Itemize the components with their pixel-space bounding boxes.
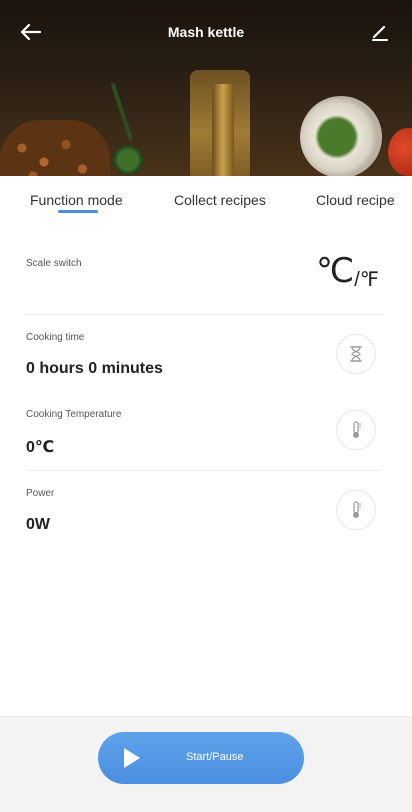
start-pause-button[interactable]: Start/Pause (98, 732, 304, 784)
tab-bar: Function mode Collect recipes Cloud reci… (0, 176, 412, 220)
cooking-time-label: Cooking time (26, 332, 85, 343)
fahrenheit-unit: /℉ (354, 269, 379, 291)
banner-tomato-image (388, 128, 412, 176)
cooking-temperature-value: 0℃ (26, 439, 55, 456)
celsius-unit: ℃ (316, 252, 355, 290)
start-pause-label: Start/Pause (186, 751, 244, 763)
tab-cloud-recipe[interactable]: Cloud recipe (316, 192, 395, 208)
tab-function-mode[interactable]: Function mode (30, 192, 123, 208)
banner-herb-image (110, 82, 134, 142)
power-value: 0W (26, 516, 50, 533)
hourglass-icon (350, 346, 362, 362)
power-button[interactable] (336, 490, 376, 530)
cooking-temperature-button[interactable] (336, 410, 376, 450)
play-icon (124, 748, 140, 768)
banner-beans-image (0, 120, 110, 176)
divider (26, 470, 382, 471)
banner-plate-image (300, 96, 382, 176)
scale-switch-label: Scale switch (26, 258, 82, 269)
tab-collect-recipes[interactable]: Collect recipes (174, 192, 266, 208)
page-title: Mash kettle (167, 24, 245, 40)
pencil-icon (372, 25, 388, 41)
cooking-time-value: 0 hours 0 minutes (26, 360, 163, 377)
cooking-temperature-label: Cooking Temperature (26, 409, 122, 420)
power-label: Power (26, 488, 55, 499)
thermometer-icon (353, 421, 361, 438)
unit-toggle[interactable]: ℃/℉ (316, 254, 379, 290)
edit-button[interactable] (370, 22, 394, 46)
cooking-time-button[interactable] (336, 334, 376, 374)
banner-greens-image (108, 140, 148, 176)
banner-bottle-image (212, 84, 234, 176)
thermometer-icon (353, 501, 361, 518)
active-tab-indicator (58, 210, 98, 213)
divider (26, 314, 382, 315)
